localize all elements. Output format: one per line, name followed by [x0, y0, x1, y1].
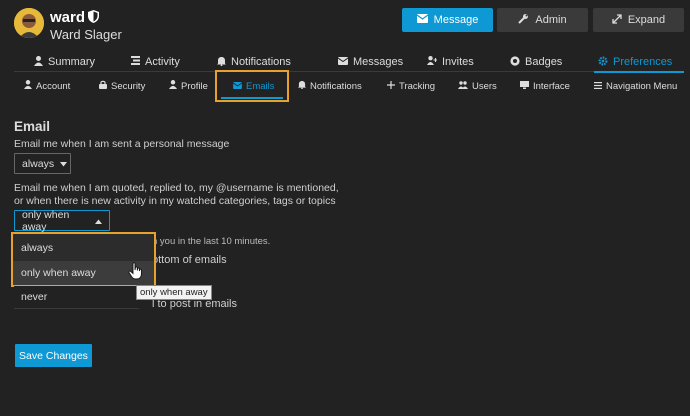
envelope-icon	[232, 81, 243, 92]
avatar[interactable]	[14, 8, 44, 38]
hand-cursor-icon	[128, 262, 144, 285]
tab-badges-label: Badges	[525, 56, 563, 68]
tab-badges[interactable]: Badges	[510, 52, 562, 72]
full-name: Ward Slager	[50, 27, 122, 42]
user-icon	[34, 55, 43, 69]
pm-email-select-value: always	[22, 157, 55, 170]
dropdown-option-always[interactable]: always	[13, 236, 154, 260]
save-changes-button[interactable]: Save Changes	[15, 344, 92, 367]
subtab-profile-label: Profile	[181, 80, 208, 92]
subtab-interface-label: Interface	[533, 80, 570, 92]
expand-button[interactable]: Expand	[593, 8, 684, 32]
caret-down-icon	[60, 158, 68, 170]
tab-activity-label: Activity	[145, 56, 180, 68]
subtab-notifications[interactable]: Notifications	[298, 75, 362, 97]
shield-icon	[88, 10, 99, 28]
admin-button-label: Admin	[535, 14, 567, 26]
pm-email-select[interactable]: always	[14, 153, 71, 174]
lock-icon	[99, 80, 107, 92]
username: ward	[50, 9, 86, 26]
subtab-account-label: Account	[36, 80, 71, 92]
subtab-emails[interactable]: Emails	[232, 75, 275, 97]
expand-button-label: Expand	[627, 14, 666, 26]
subtab-profile[interactable]: Profile	[169, 75, 208, 97]
quoted-email-label-line1: Email me when I am quoted, replied to, m…	[14, 182, 339, 194]
tab-preferences-label: Preferences	[613, 56, 673, 68]
subtab-emails-label: Emails	[246, 80, 275, 92]
hint-text-fragment: n you in the last 10 minutes.	[152, 236, 271, 247]
bell-icon	[217, 56, 226, 69]
subtab-tracking-label: Tracking	[399, 80, 436, 92]
dropdown-option-never[interactable]: never	[14, 286, 139, 308]
divider	[14, 308, 139, 309]
tab-messages-label: Messages	[353, 56, 404, 68]
subtab-security[interactable]: Security	[99, 75, 145, 97]
user-plus-icon	[427, 56, 438, 68]
subtab-interface[interactable]: Interface	[520, 75, 570, 97]
section-title: Email	[14, 119, 51, 134]
caret-up-icon	[95, 215, 102, 227]
subtab-navigation-menu-label: Navigation Menu	[606, 80, 678, 92]
message-button[interactable]: Message	[402, 8, 493, 32]
main-nav: Summary Activity Notifications Messages …	[14, 52, 684, 73]
envelope-icon	[416, 14, 429, 26]
subtab-navigation-menu[interactable]: Navigation Menu	[594, 75, 677, 97]
tab-invites[interactable]: Invites	[427, 52, 474, 72]
bars-icon	[594, 81, 602, 92]
tooltip: only when away	[136, 285, 212, 300]
bell-icon	[298, 80, 306, 92]
message-button-label: Message	[433, 14, 479, 26]
quoted-email-select[interactable]: only when away	[14, 208, 110, 233]
plus-icon	[387, 80, 395, 92]
admin-button[interactable]: Admin	[497, 8, 588, 32]
wrench-icon	[518, 13, 529, 27]
users-icon	[458, 80, 468, 92]
gear-icon	[598, 55, 608, 69]
tab-activity[interactable]: Activity	[131, 52, 180, 72]
envelope-icon	[337, 56, 349, 68]
tab-summary[interactable]: Summary	[34, 52, 95, 72]
quoted-email-select-value: only when away	[22, 208, 70, 233]
quoted-email-label-line2: or when there is new activity in my watc…	[14, 195, 336, 207]
tab-invites-label: Invites	[442, 56, 474, 68]
subtab-users[interactable]: Users	[458, 75, 497, 97]
certificate-icon	[510, 55, 520, 69]
tab-messages[interactable]: Messages	[337, 52, 404, 72]
subtab-notifications-label: Notifications	[310, 80, 362, 92]
active-subtab-indicator	[221, 97, 283, 99]
sub-nav: Account Security Profile Emails Notifica…	[14, 75, 684, 97]
tab-notifications-label: Notifications	[231, 56, 291, 68]
subtab-security-label: Security	[111, 80, 146, 92]
subtab-account[interactable]: Account	[24, 75, 70, 97]
expand-icon	[612, 13, 622, 27]
user-icon	[24, 80, 32, 92]
tab-summary-label: Summary	[48, 56, 96, 68]
tab-preferences[interactable]: Preferences	[598, 52, 672, 72]
desktop-icon	[520, 80, 529, 92]
user-icon	[169, 80, 177, 92]
pm-email-label: Email me when I am sent a personal messa…	[14, 138, 230, 150]
stream-icon	[131, 56, 140, 68]
subtab-tracking[interactable]: Tracking	[387, 75, 435, 97]
subtab-users-label: Users	[472, 80, 497, 92]
tab-notifications[interactable]: Notifications	[217, 52, 291, 72]
option-text-fragment: ottom of emails	[152, 254, 227, 266]
active-tab-indicator	[594, 71, 684, 73]
